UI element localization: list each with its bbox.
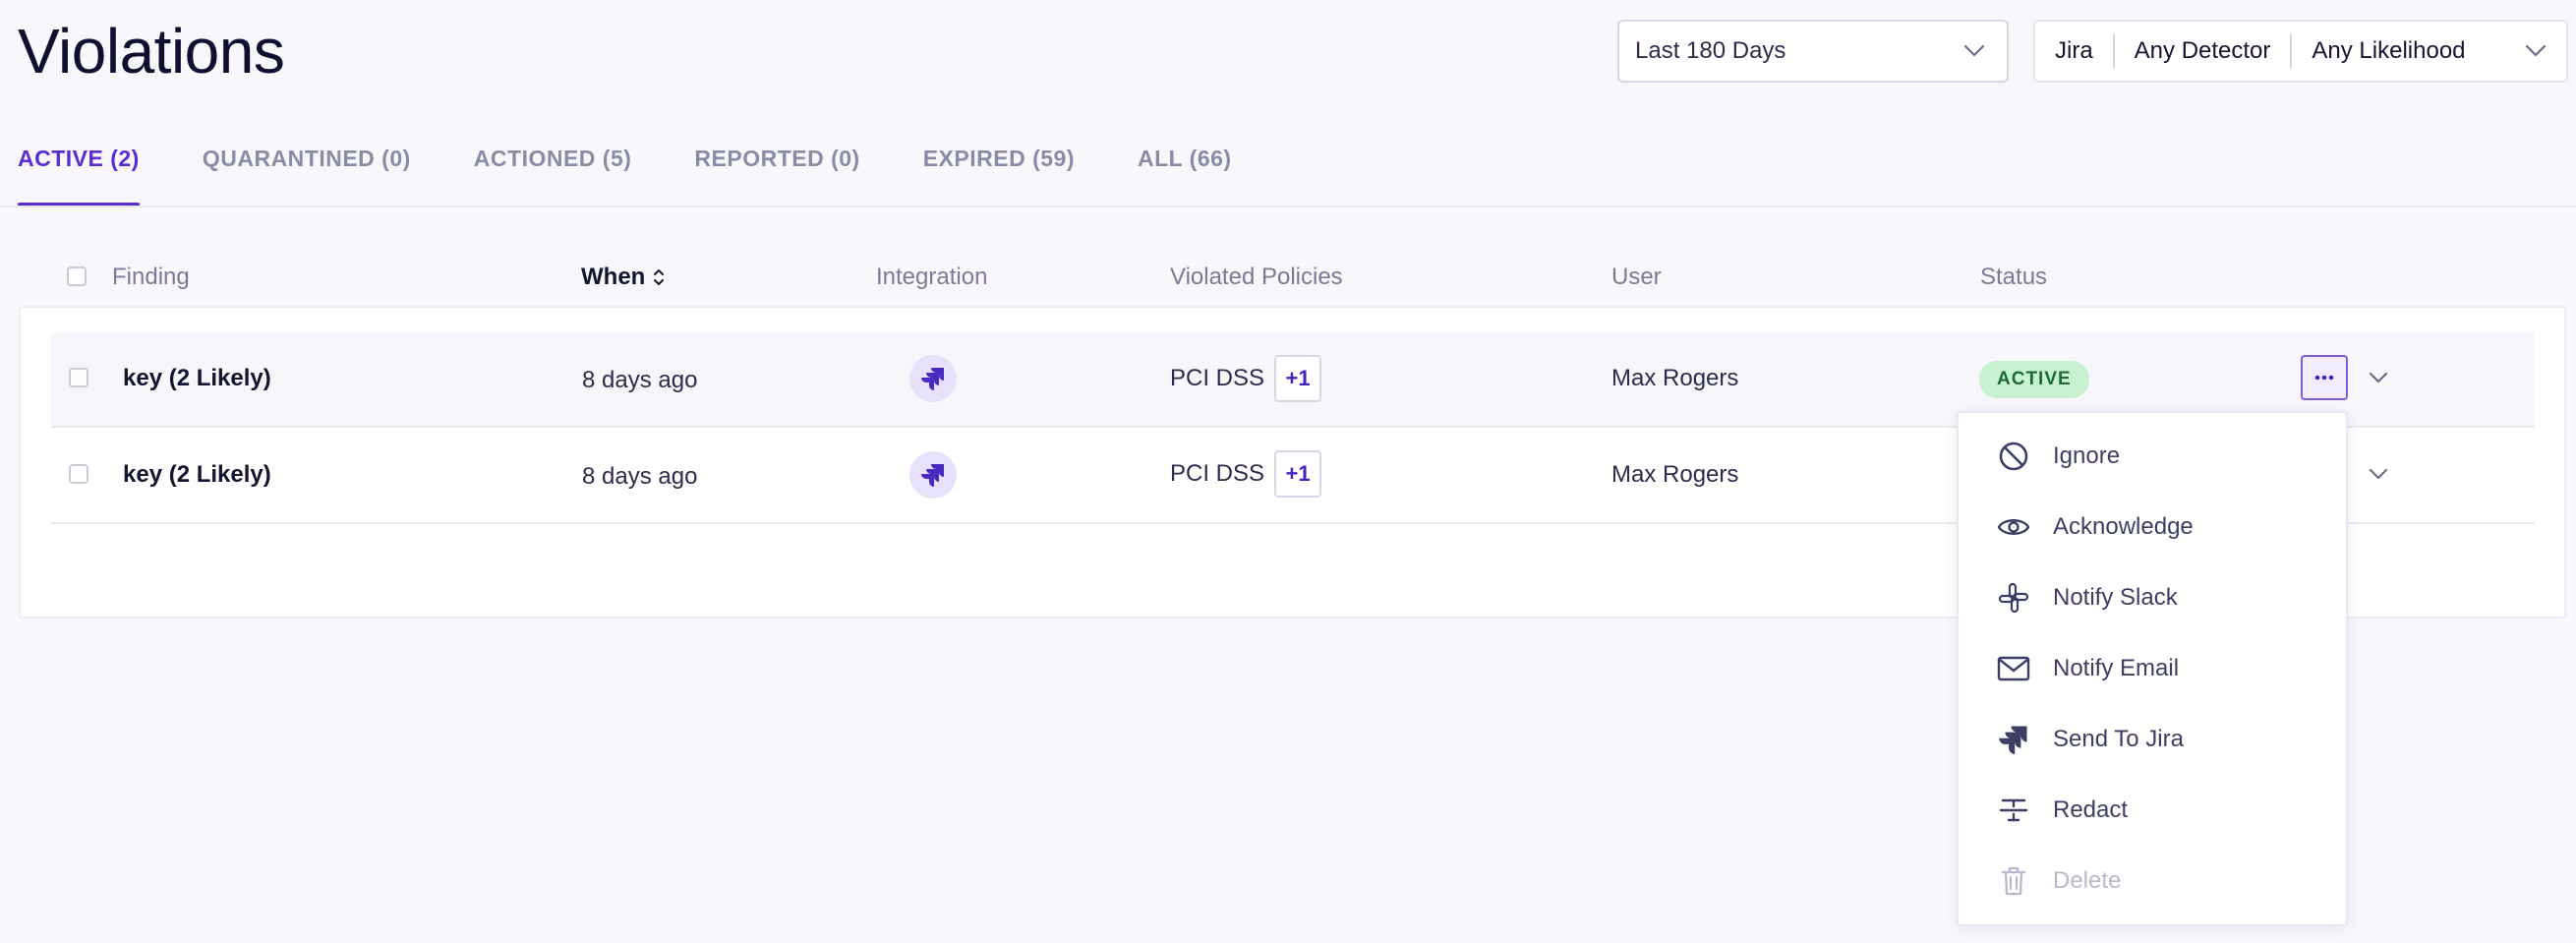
- row-checkbox[interactable]: [69, 368, 88, 387]
- date-range-select[interactable]: Last 180 Days: [1617, 20, 2009, 83]
- tab-expired[interactable]: EXPIRED (59): [923, 146, 1075, 206]
- page-title: Violations: [18, 16, 285, 87]
- tab-reported[interactable]: REPORTED (0): [694, 146, 859, 206]
- violated-policies: PCI DSS +1: [1170, 355, 1322, 402]
- status-tabs: ACTIVE (2) QUARANTINED (0) ACTIONED (5) …: [18, 146, 1232, 206]
- tab-active[interactable]: ACTIVE (2): [18, 146, 140, 206]
- menu-item-label: Notify Email: [2053, 655, 2180, 681]
- actions-menu: Ignore Acknowledge Notify Slack Notify E…: [1957, 411, 2348, 926]
- mail-icon: [1994, 656, 2033, 681]
- tab-divider: [0, 206, 2576, 207]
- tab-all[interactable]: ALL (66): [1138, 146, 1232, 206]
- strikethrough-icon: [1994, 797, 2033, 823]
- menu-item-label: Ignore: [2053, 442, 2121, 469]
- column-header-finding: Finding: [112, 264, 190, 290]
- user-name: Max Rogers: [1611, 461, 1739, 488]
- policy-name: PCI DSS: [1170, 365, 1265, 391]
- jira-icon: [1994, 724, 2033, 755]
- chevron-down-icon[interactable]: [2525, 44, 2547, 58]
- sort-icon: [653, 266, 665, 288]
- menu-item-acknowledge[interactable]: Acknowledge: [1959, 498, 2346, 557]
- trash-icon: [1994, 865, 2033, 897]
- chevron-down-icon[interactable]: [2369, 371, 2388, 384]
- jira-icon: [909, 451, 957, 499]
- menu-item-label: Delete: [2053, 867, 2122, 894]
- menu-item-delete[interactable]: Delete: [1959, 852, 2346, 911]
- column-header-when-label: When: [581, 264, 646, 290]
- policy-name: PCI DSS: [1170, 460, 1265, 487]
- more-policies-button[interactable]: +1: [1274, 355, 1322, 402]
- row-checkbox[interactable]: [69, 464, 88, 484]
- ban-icon: [1994, 440, 2033, 473]
- menu-item-notify-email[interactable]: Notify Email: [1959, 639, 2346, 698]
- menu-item-label: Send To Jira: [2053, 726, 2184, 752]
- slack-icon: [1994, 582, 2033, 614]
- menu-item-send-to-jira[interactable]: Send To Jira: [1959, 710, 2346, 769]
- tab-actioned[interactable]: ACTIONED (5): [474, 146, 632, 206]
- violated-policies: PCI DSS +1: [1170, 450, 1322, 498]
- status-badge: ACTIVE: [1979, 361, 2089, 398]
- column-header-status: Status: [1980, 264, 2048, 290]
- likelihood-filter[interactable]: Any Likelihood: [2292, 37, 2485, 65]
- detector-filter[interactable]: Any Detector: [2115, 37, 2291, 65]
- select-all-checkbox[interactable]: [67, 266, 87, 286]
- filter-bar: Jira Any Detector Any Likelihood: [2033, 20, 2568, 83]
- tab-quarantined[interactable]: QUARANTINED (0): [203, 146, 411, 206]
- user-name: Max Rogers: [1611, 365, 1739, 391]
- date-range-value: Last 180 Days: [1635, 37, 1786, 64]
- when-value: 8 days ago: [582, 367, 698, 393]
- menu-item-redact[interactable]: Redact: [1959, 781, 2346, 840]
- column-header-user: User: [1611, 264, 1662, 290]
- more-policies-button[interactable]: +1: [1274, 450, 1322, 498]
- when-value: 8 days ago: [582, 463, 698, 490]
- chevron-down-icon: [1963, 44, 1985, 58]
- menu-item-notify-slack[interactable]: Notify Slack: [1959, 568, 2346, 627]
- jira-icon: [909, 355, 957, 402]
- column-header-when[interactable]: When: [581, 264, 665, 291]
- menu-item-ignore[interactable]: Ignore: [1959, 427, 2346, 486]
- more-actions-button[interactable]: [2301, 355, 2348, 400]
- finding-name[interactable]: key (2 Likely): [123, 365, 271, 392]
- finding-name[interactable]: key (2 Likely): [123, 461, 271, 489]
- integration-filter[interactable]: Jira: [2035, 37, 2113, 65]
- ellipsis-icon: [2314, 375, 2334, 381]
- chevron-down-icon[interactable]: [2369, 467, 2388, 481]
- menu-item-label: Notify Slack: [2053, 584, 2178, 611]
- menu-item-label: Acknowledge: [2053, 513, 2194, 540]
- menu-item-label: Redact: [2053, 796, 2129, 823]
- column-header-policies: Violated Policies: [1170, 264, 1343, 290]
- eye-icon: [1994, 515, 2033, 539]
- column-header-integration: Integration: [876, 264, 988, 290]
